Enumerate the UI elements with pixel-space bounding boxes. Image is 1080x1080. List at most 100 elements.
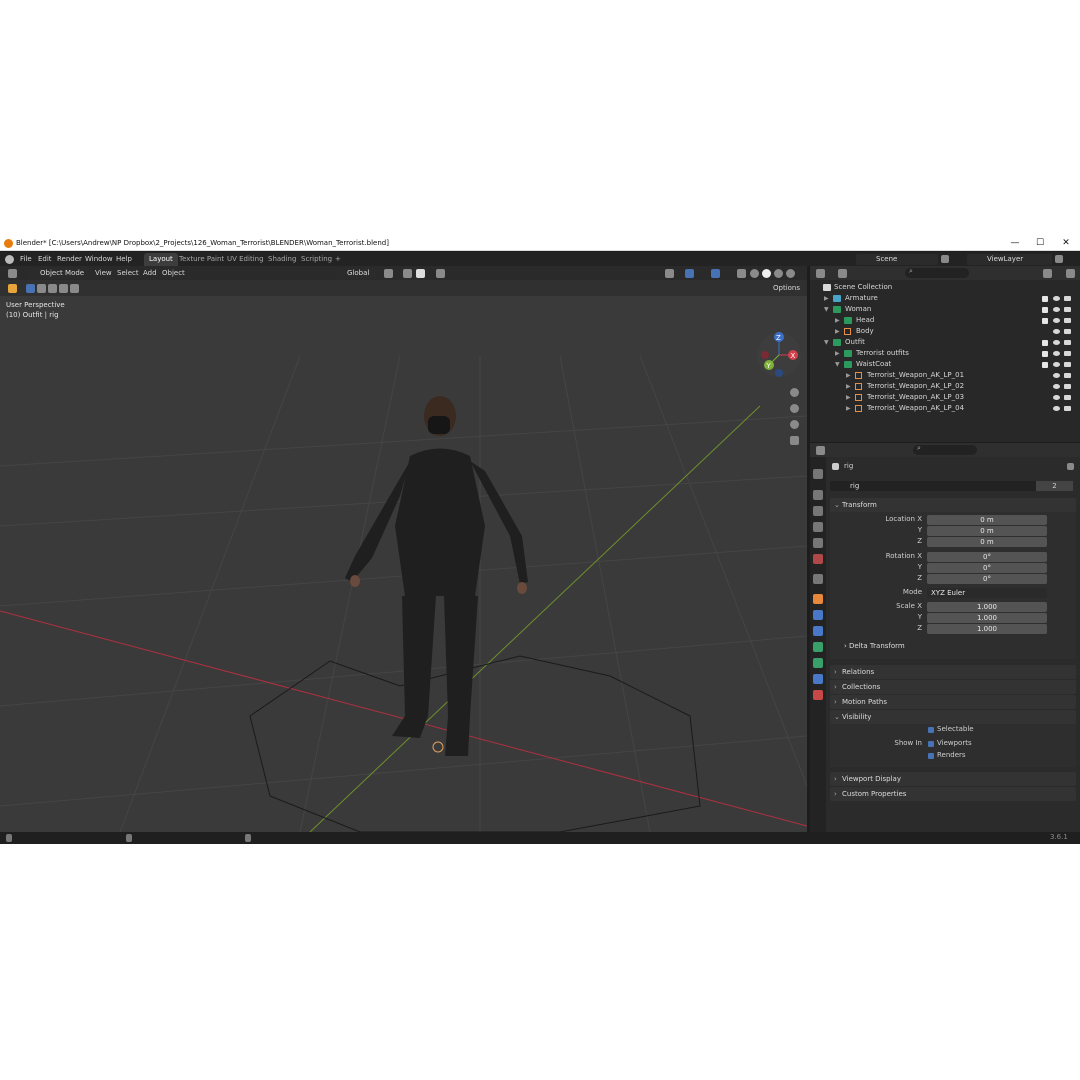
- outliner-item-weapon-01[interactable]: ▶ Terrorist_Weapon_AK_LP_01: [810, 370, 1080, 381]
- motion-paths-section-header[interactable]: › Motion Paths: [830, 695, 1076, 709]
- location-x-field[interactable]: 0 m: [927, 515, 1047, 525]
- properties-editor-icon[interactable]: [816, 446, 825, 455]
- object-data-tab-icon[interactable]: [813, 674, 823, 684]
- select-mode-new-icon[interactable]: [26, 284, 35, 293]
- outliner-item-terrorist-outfits[interactable]: ▶ Terrorist outfits: [810, 348, 1080, 359]
- ortho-grid-icon[interactable]: [790, 436, 799, 445]
- delta-transform-subpanel[interactable]: › Delta Transform: [844, 642, 905, 650]
- render-icon[interactable]: [1064, 318, 1071, 323]
- rotation-mode-select[interactable]: XYZ Euler: [927, 588, 1047, 598]
- render-icon[interactable]: [1064, 329, 1071, 334]
- eye-icon[interactable]: [1053, 362, 1060, 367]
- expand-arrow-icon[interactable]: ▶: [835, 315, 840, 326]
- rotation-z-field[interactable]: 0°: [927, 574, 1047, 584]
- rotation-y-field[interactable]: 0°: [927, 563, 1047, 573]
- rendered-shading-icon[interactable]: [786, 269, 795, 278]
- outliner-item-woman[interactable]: ▼ Woman: [810, 304, 1080, 315]
- render-icon[interactable]: [1064, 362, 1071, 367]
- tab-uv-editing[interactable]: UV Editing: [222, 253, 269, 266]
- eye-icon[interactable]: [1053, 307, 1060, 312]
- collections-section-header[interactable]: › Collections: [830, 680, 1076, 694]
- menu-render[interactable]: Render: [57, 252, 82, 266]
- collection-tab-icon[interactable]: [813, 574, 823, 584]
- eye-icon[interactable]: [1053, 329, 1060, 334]
- proportional-edit-icon[interactable]: [436, 269, 445, 278]
- tool-tab-icon[interactable]: [813, 469, 823, 479]
- render-icon[interactable]: [1064, 373, 1071, 378]
- view-layer-selector[interactable]: ViewLayer: [967, 254, 1052, 265]
- rotation-x-field[interactable]: 0°: [927, 552, 1047, 562]
- minimize-button[interactable]: —: [1003, 236, 1027, 251]
- viewport-menu-object[interactable]: Object: [162, 266, 185, 280]
- menu-edit[interactable]: Edit: [38, 252, 52, 266]
- close-button[interactable]: ✕: [1054, 236, 1078, 251]
- expand-arrow-icon[interactable]: ▼: [824, 304, 829, 315]
- select-mode-invert-icon[interactable]: [59, 284, 68, 293]
- exclude-checkbox[interactable]: [1042, 362, 1048, 368]
- filter-icon[interactable]: [1043, 269, 1052, 278]
- location-y-field[interactable]: 0 m: [927, 526, 1047, 536]
- expand-arrow-icon[interactable]: ▶: [824, 293, 829, 304]
- zoom-icon[interactable]: [790, 388, 799, 397]
- viewport-menu-add[interactable]: Add: [143, 266, 157, 280]
- select-tool-icon[interactable]: [8, 284, 17, 293]
- pin-icon[interactable]: [1067, 463, 1074, 470]
- modifier-tab-icon[interactable]: [813, 610, 823, 620]
- xray-icon[interactable]: [737, 269, 746, 278]
- new-collection-icon[interactable]: [1066, 269, 1075, 278]
- visibility-icon[interactable]: [665, 269, 674, 278]
- texture-tab-icon[interactable]: [813, 690, 823, 700]
- visibility-section-header[interactable]: ⌄ Visibility: [830, 710, 1076, 724]
- outliner-item-body[interactable]: ▶ Body: [810, 326, 1080, 337]
- camera-view-icon[interactable]: [790, 420, 799, 429]
- expand-arrow-icon[interactable]: ▼: [835, 359, 840, 370]
- relations-section-header[interactable]: › Relations: [830, 665, 1076, 679]
- eye-icon[interactable]: [1053, 406, 1060, 411]
- location-z-field[interactable]: 0 m: [927, 537, 1047, 547]
- mode-selector[interactable]: Object Mode: [28, 268, 88, 279]
- expand-arrow-icon[interactable]: ▼: [824, 337, 829, 348]
- viewport-display-section-header[interactable]: › Viewport Display: [830, 772, 1076, 786]
- overlay-icon[interactable]: [711, 269, 720, 278]
- navigation-gizmo[interactable]: Z X Y: [755, 331, 805, 381]
- menu-help[interactable]: Help: [116, 252, 132, 266]
- snap-icon[interactable]: [403, 269, 412, 278]
- outliner-item-weapon-04[interactable]: ▶ Terrorist_Weapon_AK_LP_04: [810, 403, 1080, 414]
- scale-z-field[interactable]: 1.000: [927, 624, 1047, 634]
- pivot-icon[interactable]: [384, 269, 393, 278]
- 3d-viewport[interactable]: Object Mode View Select Add Object Globa…: [0, 266, 807, 832]
- eye-icon[interactable]: [1053, 296, 1060, 301]
- outliner-item-armature[interactable]: ▶ Armature: [810, 293, 1080, 304]
- physics-tab-icon[interactable]: [813, 642, 823, 652]
- outliner-editor-icon[interactable]: [816, 269, 825, 278]
- eye-icon[interactable]: [1053, 395, 1060, 400]
- outliner-item-waistcoat[interactable]: ▼ WaistCoat: [810, 359, 1080, 370]
- blender-menu-icon[interactable]: [5, 255, 14, 264]
- particles-tab-icon[interactable]: [813, 626, 823, 636]
- add-workspace-button[interactable]: +: [330, 253, 346, 266]
- render-tab-icon[interactable]: [813, 490, 823, 500]
- render-icon[interactable]: [1064, 351, 1071, 356]
- exclude-checkbox[interactable]: [1042, 351, 1048, 357]
- exclude-checkbox[interactable]: [1042, 318, 1048, 324]
- eye-icon[interactable]: [1053, 318, 1060, 323]
- custom-properties-section-header[interactable]: › Custom Properties: [830, 787, 1076, 801]
- display-mode-icon[interactable]: [838, 269, 847, 278]
- transform-section-header[interactable]: ⌄ Transform: [830, 498, 1076, 512]
- selectable-checkbox[interactable]: [928, 727, 934, 733]
- material-shading-icon[interactable]: [774, 269, 783, 278]
- expand-arrow-icon[interactable]: ▶: [835, 348, 840, 359]
- viewport-menu-select[interactable]: Select: [117, 266, 139, 280]
- wireframe-shading-icon[interactable]: [750, 269, 759, 278]
- renders-checkbox[interactable]: [928, 753, 934, 759]
- select-mode-subtract-icon[interactable]: [48, 284, 57, 293]
- expand-arrow-icon[interactable]: ▶: [846, 370, 851, 381]
- viewport-menu-view[interactable]: View: [95, 266, 112, 280]
- editor-type-icon[interactable]: [8, 269, 17, 278]
- new-scene-icon[interactable]: [941, 255, 949, 263]
- select-mode-extend-icon[interactable]: [37, 284, 46, 293]
- expand-arrow-icon[interactable]: ▶: [846, 392, 851, 403]
- exclude-checkbox[interactable]: [1042, 307, 1048, 313]
- render-icon[interactable]: [1064, 384, 1071, 389]
- exclude-checkbox[interactable]: [1042, 296, 1048, 302]
